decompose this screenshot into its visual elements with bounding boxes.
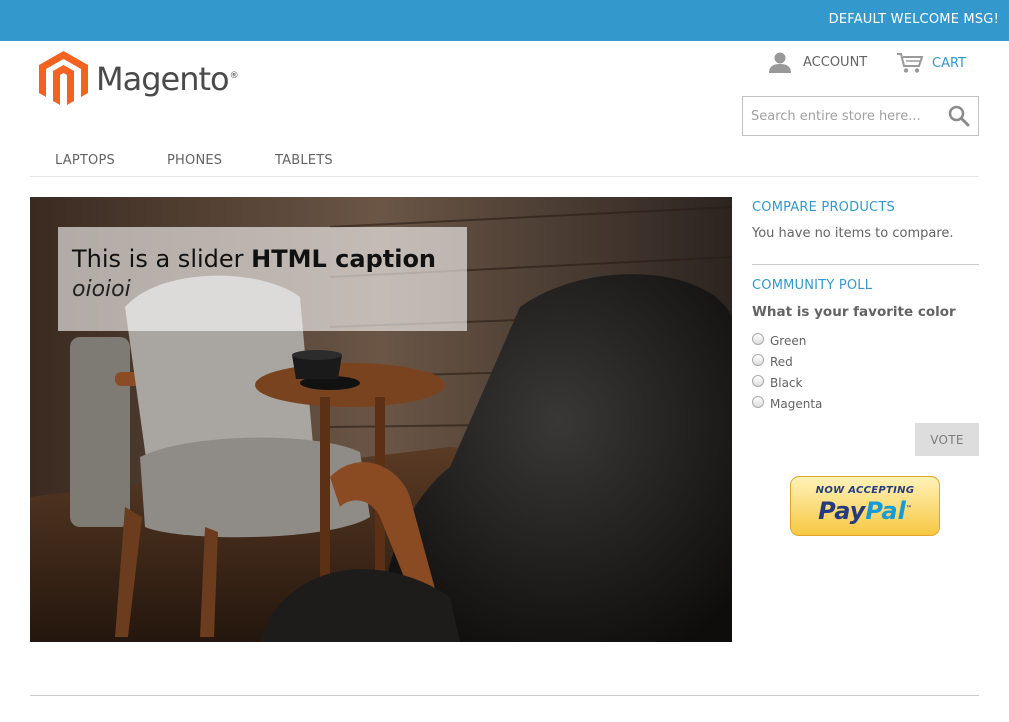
radio-button[interactable] xyxy=(752,354,764,366)
main-navigation: LAPTOPS PHONES TABLETS xyxy=(30,150,979,177)
search-icon xyxy=(948,105,970,127)
radio-button[interactable] xyxy=(752,396,764,408)
nav-item-tablets[interactable]: TABLETS xyxy=(275,153,333,168)
compare-products-title: COMPARE PRODUCTS xyxy=(752,200,895,215)
sidebar-divider xyxy=(752,264,979,265)
vote-button[interactable]: VOTE xyxy=(915,423,979,456)
poll-option-black[interactable]: Black xyxy=(752,372,802,390)
cart-icon xyxy=(897,53,924,73)
poll-option-green[interactable]: Green xyxy=(752,330,806,348)
account-label: ACCOUNT xyxy=(803,55,868,70)
slider-caption: This is a slider HTML caption oioioi xyxy=(58,227,467,331)
nav-item-laptops[interactable]: LAPTOPS xyxy=(55,153,115,168)
paypal-now-accepting: NOW ACCEPTING xyxy=(815,485,915,496)
poll-option-magenta[interactable]: Magenta xyxy=(752,393,822,411)
search-input[interactable] xyxy=(751,106,936,126)
footer-divider xyxy=(30,695,979,696)
community-poll-title: COMMUNITY POLL xyxy=(752,278,873,293)
nav-item-phones[interactable]: PHONES xyxy=(167,153,222,168)
logo-text: Magento® xyxy=(96,60,239,98)
site-logo[interactable]: Magento® xyxy=(39,51,239,107)
paypal-badge[interactable]: NOW ACCEPTING PayPal™ xyxy=(790,476,940,536)
paypal-logo: PayPal™ xyxy=(818,497,912,525)
user-icon xyxy=(769,52,791,73)
caption-heading: This is a slider HTML caption xyxy=(72,245,437,273)
compare-empty-text: You have no items to compare. xyxy=(752,226,954,241)
image-slider[interactable]: This is a slider HTML caption oioioi xyxy=(30,197,732,642)
poll-question: What is your favorite color xyxy=(752,304,956,320)
search-button[interactable] xyxy=(948,105,970,127)
cart-label: CART xyxy=(932,55,966,71)
search-box xyxy=(742,96,979,136)
cart-link[interactable]: CART xyxy=(896,52,966,74)
poll-option-label: Green xyxy=(770,334,807,348)
radio-button[interactable] xyxy=(752,375,764,387)
poll-option-label: Black xyxy=(770,376,803,390)
poll-option-label: Red xyxy=(770,355,793,369)
welcome-message: DEFAULT WELCOME MSG! xyxy=(828,12,999,27)
top-bar: DEFAULT WELCOME MSG! xyxy=(0,0,1009,41)
caption-subtext: oioioi xyxy=(72,277,131,302)
poll-option-label: Magenta xyxy=(770,397,823,411)
poll-option-red[interactable]: Red xyxy=(752,351,793,369)
account-link[interactable]: ACCOUNT xyxy=(768,52,867,73)
radio-button[interactable] xyxy=(752,333,764,345)
magento-logo-icon xyxy=(39,51,88,105)
